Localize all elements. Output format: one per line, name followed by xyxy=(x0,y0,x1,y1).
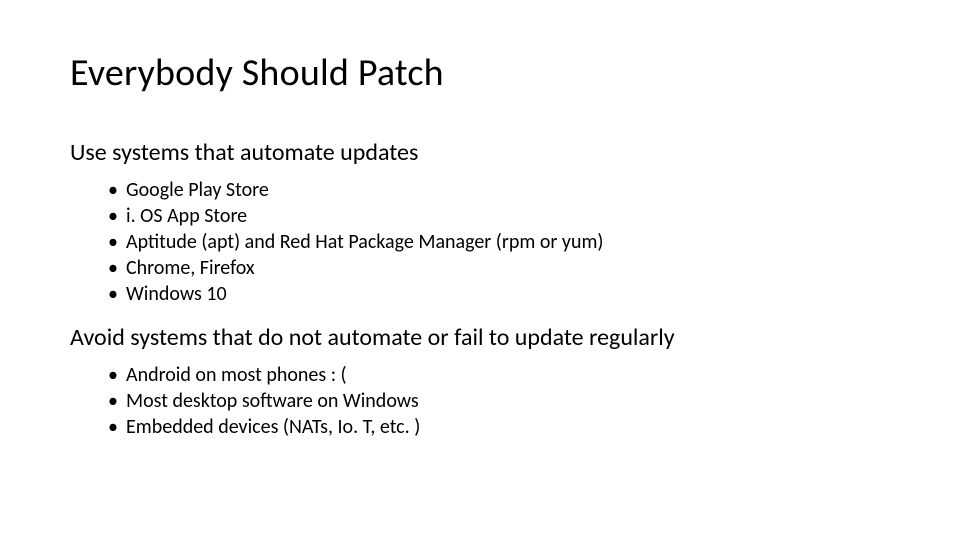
bullet-list-avoid: Android on most phones : ( Most desktop … xyxy=(108,362,890,440)
list-item: Most desktop software on Windows xyxy=(108,388,890,414)
list-item: i. OS App Store xyxy=(108,203,890,229)
list-item: Chrome, Firefox xyxy=(108,255,890,281)
list-item: Google Play Store xyxy=(108,177,890,203)
section-heading-avoid: Avoid systems that do not automate or fa… xyxy=(70,323,890,352)
list-item: Aptitude (apt) and Red Hat Package Manag… xyxy=(108,229,890,255)
slide-title: Everybody Should Patch xyxy=(70,50,890,96)
section-heading-use: Use systems that automate updates xyxy=(70,138,890,167)
list-item: Android on most phones : ( xyxy=(108,362,890,388)
list-item: Windows 10 xyxy=(108,281,890,307)
list-item: Embedded devices (NATs, Io. T, etc. ) xyxy=(108,414,890,440)
bullet-list-use: Google Play Store i. OS App Store Aptitu… xyxy=(108,177,890,307)
